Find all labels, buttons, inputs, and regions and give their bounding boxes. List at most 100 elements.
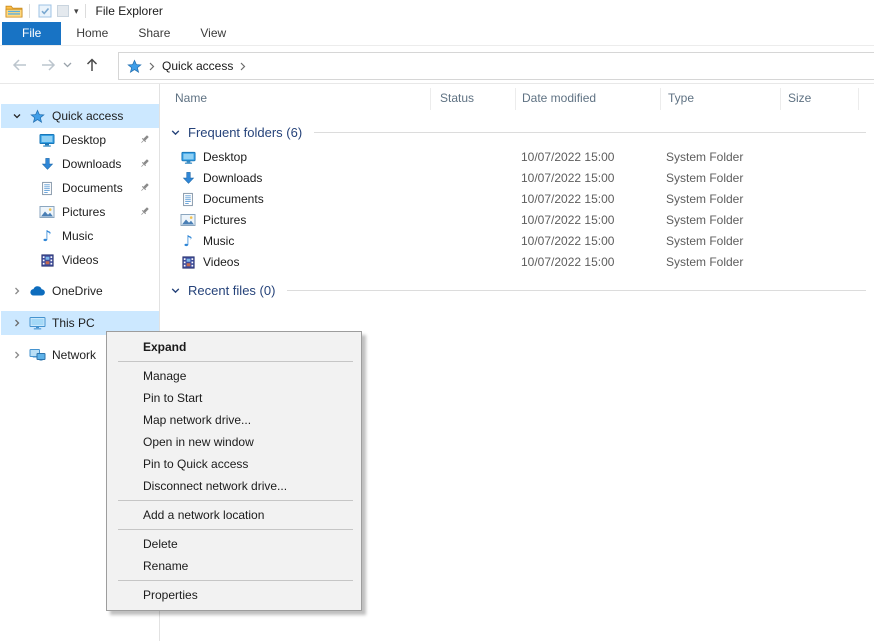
pin-icon: [139, 182, 150, 196]
sidebar-item-pictures[interactable]: Pictures: [1, 200, 159, 224]
chevron-down-icon[interactable]: [170, 285, 181, 296]
sidebar-item-label: Desktop: [62, 133, 106, 147]
sidebar-item-label: This PC: [52, 316, 95, 330]
sidebar-item-documents[interactable]: Documents: [1, 176, 159, 200]
customize-toolbar-dropdown-icon[interactable]: ▾: [74, 6, 79, 17]
group-header-frequent-folders[interactable]: Frequent folders (6): [170, 122, 866, 142]
menu-item-pin-to-start[interactable]: Pin to Start: [107, 387, 361, 409]
menu-item-add-a-network-location[interactable]: Add a network location: [107, 504, 361, 526]
menu-item-pin-to-quick-access[interactable]: Pin to Quick access: [107, 453, 361, 475]
file-row-desktop[interactable]: Desktop 10/07/2022 15:00 System Folder: [161, 147, 874, 168]
sidebar-item-downloads[interactable]: Downloads: [1, 152, 159, 176]
pin-icon: [139, 158, 150, 172]
address-bar[interactable]: Quick access: [118, 52, 874, 80]
file-date-modified: 10/07/2022 15:00: [521, 213, 614, 227]
desktop-icon: [38, 132, 56, 148]
column-divider[interactable]: [780, 88, 781, 110]
forward-button[interactable]: [38, 55, 58, 75]
file-type: System Folder: [666, 255, 743, 269]
breadcrumb-item-quick-access[interactable]: Quick access: [162, 59, 233, 73]
tab-share[interactable]: Share: [123, 22, 185, 45]
network-icon: [28, 348, 46, 362]
tab-home[interactable]: Home: [61, 22, 123, 45]
menu-item-expand[interactable]: Expand: [107, 336, 361, 358]
file-name: Downloads: [203, 171, 262, 185]
menu-item-rename[interactable]: Rename: [107, 555, 361, 577]
properties-quick-icon[interactable]: [36, 3, 54, 19]
column-divider[interactable]: [660, 88, 661, 110]
menu-item-open-in-new-window[interactable]: Open in new window: [107, 431, 361, 453]
videos-film-icon: [180, 254, 196, 270]
documents-icon: [38, 181, 56, 196]
breadcrumb-chevron-icon[interactable]: [149, 62, 155, 71]
sidebar-item-quick-access[interactable]: Quick access: [1, 104, 159, 128]
group-header-label: Frequent folders (6): [188, 125, 302, 140]
group-header-rule: [314, 132, 866, 133]
chevron-down-icon[interactable]: [11, 111, 23, 121]
file-row-pictures[interactable]: Pictures 10/07/2022 15:00 System Folder: [161, 210, 874, 231]
file-row-videos[interactable]: Videos 10/07/2022 15:00 System Folder: [161, 252, 874, 273]
column-header-name[interactable]: Name: [175, 91, 207, 105]
onedrive-cloud-icon: [28, 285, 46, 297]
chevron-down-icon[interactable]: [170, 127, 181, 138]
menu-item-disconnect-network-drive[interactable]: Disconnect network drive...: [107, 475, 361, 497]
titlebar-separator: [85, 4, 86, 18]
file-date-modified: 10/07/2022 15:00: [521, 192, 614, 206]
sidebar-item-label: Downloads: [62, 157, 121, 171]
column-divider[interactable]: [430, 88, 431, 110]
file-name: Pictures: [203, 213, 246, 227]
sidebar-item-onedrive[interactable]: OneDrive: [1, 279, 159, 303]
navigation-bar: Quick access: [0, 46, 874, 84]
this-pc-monitor-icon: [28, 315, 46, 331]
menu-item-map-network-drive[interactable]: Map network drive...: [107, 409, 361, 431]
sidebar-item-music[interactable]: ♪ Music: [1, 224, 159, 248]
file-type: System Folder: [666, 213, 743, 227]
sidebar-item-label: Music: [62, 229, 93, 243]
file-date-modified: 10/07/2022 15:00: [521, 234, 614, 248]
music-note-icon: ♪: [180, 233, 196, 249]
group-header-rule: [287, 290, 866, 291]
menu-item-manage[interactable]: Manage: [107, 365, 361, 387]
sidebar-item-desktop[interactable]: Desktop: [1, 128, 159, 152]
chevron-right-icon[interactable]: [11, 286, 23, 296]
column-header-date-modified[interactable]: Date modified: [522, 91, 596, 105]
window-title: File Explorer: [96, 4, 163, 18]
sidebar-item-label: Pictures: [62, 205, 105, 219]
up-button[interactable]: [82, 55, 102, 75]
pictures-icon: [180, 212, 196, 228]
downloads-icon: [180, 170, 196, 186]
documents-icon: [180, 191, 196, 207]
chevron-right-icon[interactable]: [11, 350, 23, 360]
breadcrumb-chevron-icon[interactable]: [240, 62, 246, 71]
column-divider[interactable]: [858, 88, 859, 110]
pin-icon: [139, 206, 150, 220]
file-explorer-app-icon: [5, 3, 23, 19]
column-divider[interactable]: [515, 88, 516, 110]
group-header-recent-files[interactable]: Recent files (0): [170, 280, 866, 300]
recent-locations-dropdown-icon[interactable]: [60, 55, 74, 75]
file-row-music[interactable]: ♪ Music 10/07/2022 15:00 System Folder: [161, 231, 874, 252]
new-folder-quick-icon[interactable]: [54, 3, 72, 19]
column-header-type[interactable]: Type: [668, 91, 694, 105]
menu-separator: [118, 361, 353, 362]
tab-file[interactable]: File: [2, 22, 61, 45]
file-row-downloads[interactable]: Downloads 10/07/2022 15:00 System Folder: [161, 168, 874, 189]
column-header-size[interactable]: Size: [788, 91, 811, 105]
sidebar-item-label: Documents: [62, 181, 123, 195]
chevron-right-icon[interactable]: [11, 318, 23, 328]
tab-view[interactable]: View: [185, 22, 241, 45]
music-note-icon: ♪: [38, 229, 56, 244]
pin-icon: [139, 134, 150, 148]
sidebar-item-label: Videos: [62, 253, 98, 267]
menu-separator: [118, 529, 353, 530]
file-row-documents[interactable]: Documents 10/07/2022 15:00 System Folder: [161, 189, 874, 210]
file-type: System Folder: [666, 234, 743, 248]
menu-item-delete[interactable]: Delete: [107, 533, 361, 555]
back-button[interactable]: [10, 55, 30, 75]
menu-item-properties[interactable]: Properties: [107, 584, 361, 606]
column-header-status[interactable]: Status: [440, 91, 474, 105]
file-name: Music: [203, 234, 234, 248]
menu-separator: [118, 580, 353, 581]
sidebar-item-videos[interactable]: Videos: [1, 248, 159, 272]
file-name: Videos: [203, 255, 239, 269]
